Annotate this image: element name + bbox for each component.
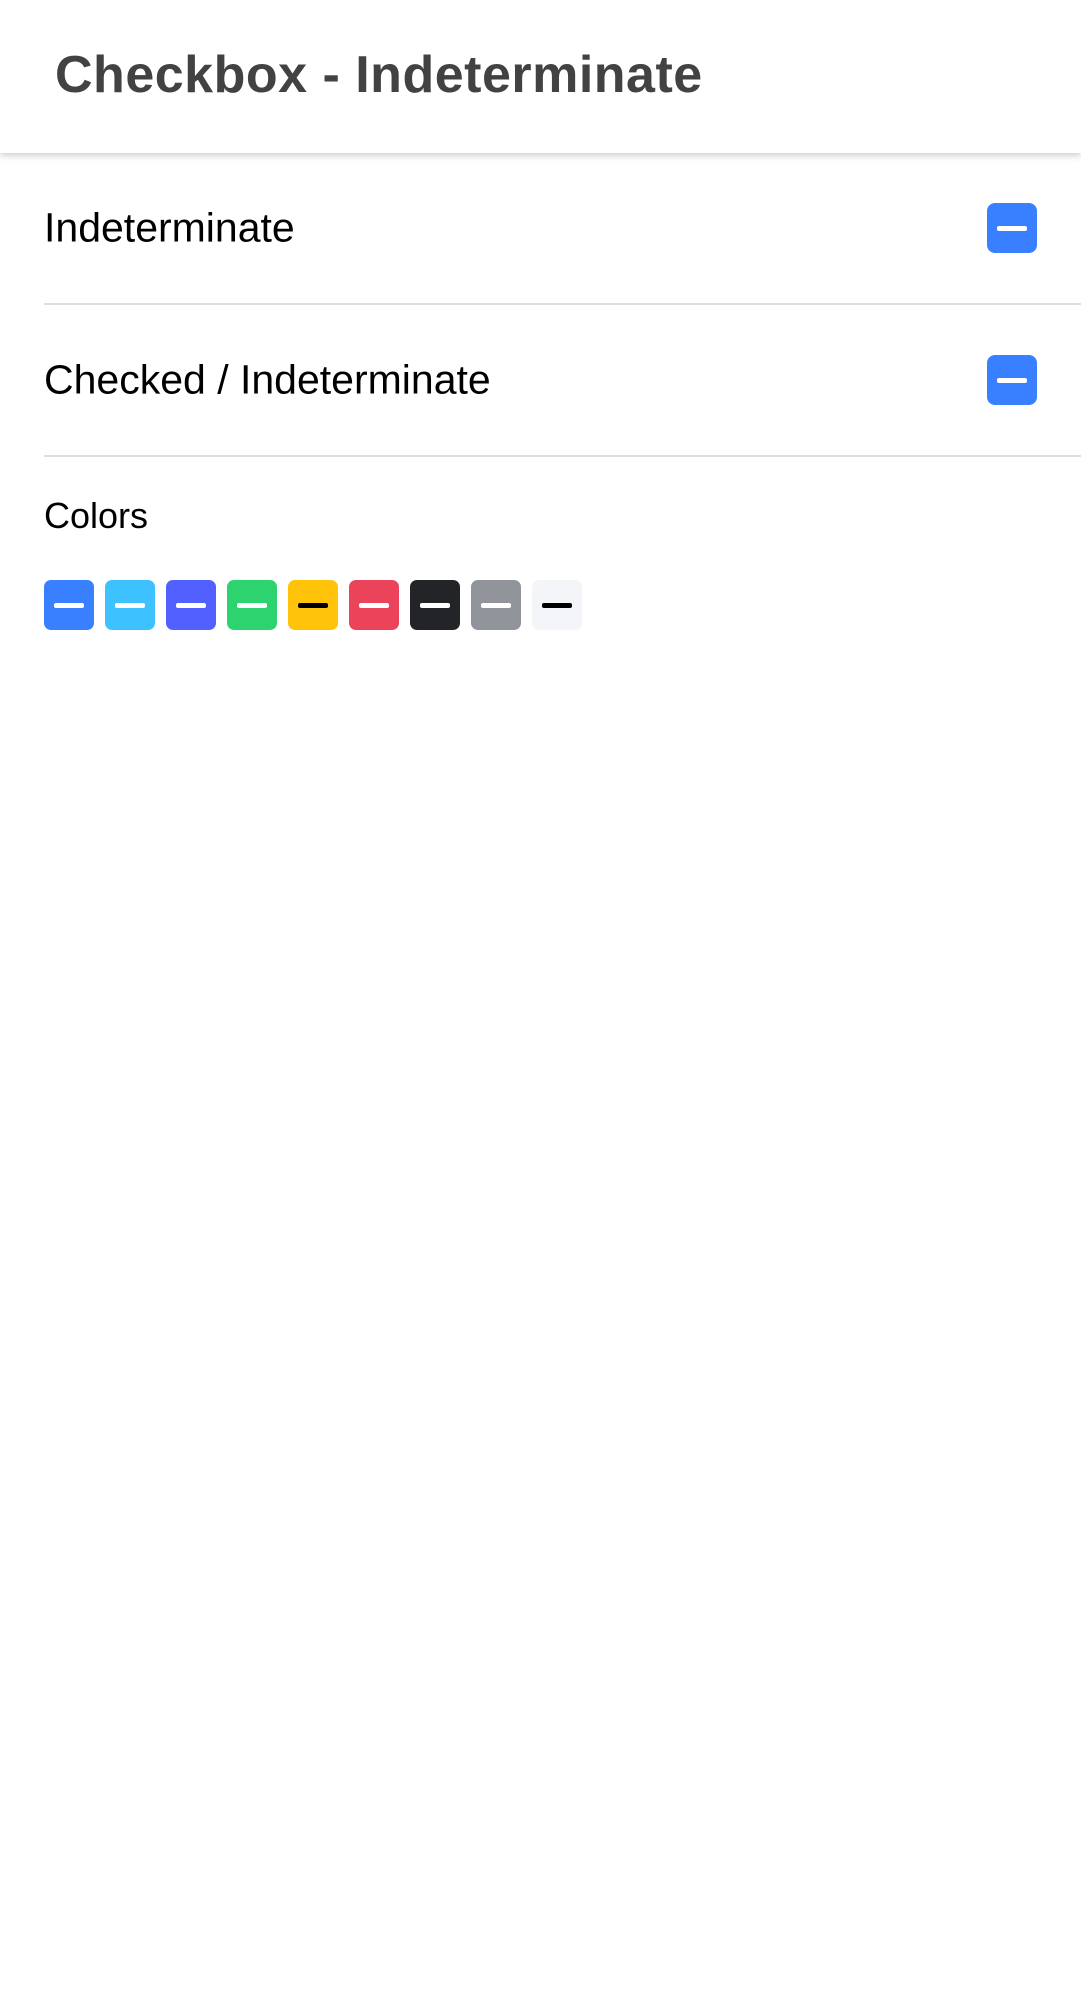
minus-icon — [997, 377, 1027, 383]
minus-icon — [359, 602, 389, 608]
item-label: Indeterminate — [44, 204, 295, 251]
minus-icon — [542, 602, 572, 608]
colors-checkbox-row — [44, 580, 582, 630]
secondary-checkbox[interactable] — [105, 580, 155, 630]
app-screen: Checkbox - Indeterminate Indeterminate C… — [0, 0, 1081, 1999]
minus-icon — [298, 602, 328, 608]
minus-icon — [420, 602, 450, 608]
minus-icon — [481, 602, 511, 608]
indeterminate-checkbox[interactable] — [987, 203, 1037, 253]
minus-icon — [115, 602, 145, 608]
toolbar: Checkbox - Indeterminate — [0, 0, 1081, 153]
list-item-indeterminate[interactable]: Indeterminate — [44, 153, 1081, 305]
warning-checkbox[interactable] — [288, 580, 338, 630]
tertiary-checkbox[interactable] — [166, 580, 216, 630]
minus-icon — [176, 602, 206, 608]
minus-icon — [997, 225, 1027, 231]
minus-icon — [237, 602, 267, 608]
medium-checkbox[interactable] — [471, 580, 521, 630]
checkbox-list: Indeterminate Checked / Indeterminate — [0, 153, 1081, 457]
minus-icon — [54, 602, 84, 608]
colors-heading: Colors — [44, 495, 149, 536]
light-checkbox[interactable] — [532, 580, 582, 630]
checked-indeterminate-checkbox[interactable] — [987, 355, 1037, 405]
primary-checkbox[interactable] — [44, 580, 94, 630]
list-item-checked-indeterminate[interactable]: Checked / Indeterminate — [44, 305, 1081, 457]
dark-checkbox[interactable] — [410, 580, 460, 630]
danger-checkbox[interactable] — [349, 580, 399, 630]
page-title: Checkbox - Indeterminate — [55, 46, 703, 104]
item-label: Checked / Indeterminate — [44, 356, 491, 403]
success-checkbox[interactable] — [227, 580, 277, 630]
